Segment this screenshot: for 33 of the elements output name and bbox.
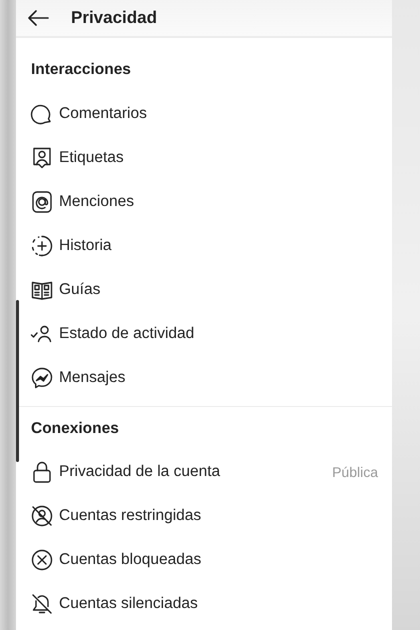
blocked-icon bbox=[30, 548, 54, 572]
item-label: Historia bbox=[59, 237, 113, 255]
messenger-icon bbox=[30, 366, 54, 390]
item-label: Mensajes bbox=[59, 369, 126, 387]
settings-item[interactable]: Comentarios bbox=[16, 92, 392, 136]
settings-item[interactable]: Menciones bbox=[16, 180, 392, 224]
settings-item[interactable]: Mensajes bbox=[16, 356, 392, 400]
item-label: Estado de actividad bbox=[59, 325, 196, 343]
back-arrow-icon[interactable] bbox=[27, 10, 49, 26]
item-label: Privacidad de la cuenta bbox=[59, 463, 222, 481]
item-label: Cuentas restringidas bbox=[59, 507, 202, 525]
item-value: Pública bbox=[332, 464, 378, 480]
section-heading: Conexiones bbox=[31, 419, 120, 439]
story-add-icon bbox=[30, 234, 54, 258]
settings-item[interactable]: Historia bbox=[16, 224, 392, 268]
settings-item[interactable]: Etiquetas bbox=[16, 136, 392, 180]
settings-item[interactable]: Privacidad de la cuenta Pública bbox=[16, 450, 392, 494]
screen-title: Privacidad bbox=[71, 8, 157, 28]
item-label: Cuentas silenciadas bbox=[59, 595, 199, 613]
at-sign-icon bbox=[30, 190, 54, 214]
settings-item[interactable]: Guías bbox=[16, 268, 392, 312]
item-label: Menciones bbox=[59, 193, 135, 211]
item-label: Comentarios bbox=[59, 105, 148, 123]
settings-item[interactable]: Cuentas bloqueadas bbox=[16, 538, 392, 582]
item-label: Guías bbox=[59, 281, 102, 299]
item-label: Etiquetas bbox=[59, 149, 125, 167]
restricted-icon bbox=[30, 504, 54, 528]
settings-item[interactable]: Estado de actividad bbox=[16, 312, 392, 356]
item-label: Cuentas bloqueadas bbox=[59, 551, 202, 569]
section-heading: Interacciones bbox=[31, 60, 132, 80]
settings-item[interactable]: Cuentas silenciadas bbox=[16, 582, 392, 626]
muted-bell-icon bbox=[30, 592, 54, 616]
settings-item[interactable]: Cuentas restringidas bbox=[16, 494, 392, 538]
